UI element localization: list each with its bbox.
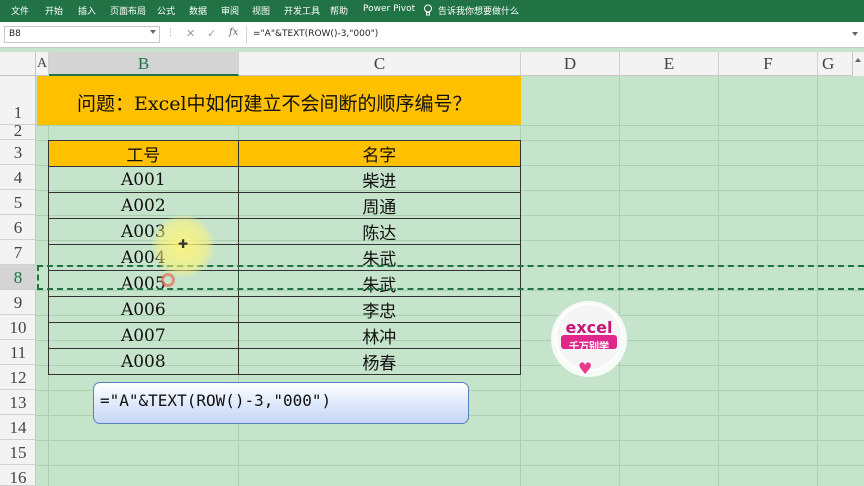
tab-home[interactable]: 开始 [45,4,63,17]
table-row: A007 林冲 [48,322,522,349]
expand-formula-icon[interactable] [852,32,858,36]
formula-input[interactable]: ="A"&TEXT(ROW()-3,"000") [253,29,378,39]
row-header-14[interactable]: 14 [0,415,36,440]
heart-icon: ♥ [578,359,593,378]
tab-review[interactable]: 审阅 [221,4,239,17]
scrollbar[interactable] [852,52,864,76]
cell-id[interactable]: A001 [48,166,239,193]
table-row: A008 杨春 [48,348,522,375]
tab-file[interactable]: 文件 [11,4,29,17]
row-header-8[interactable]: 8 [0,265,36,290]
row-header-15[interactable]: 15 [0,440,36,465]
column-header-f[interactable]: F [719,52,818,76]
row-header-13[interactable]: 13 [0,390,36,415]
table-row: A001 柴进 [48,166,522,193]
chevron-down-icon[interactable] [150,30,156,34]
row-header-1[interactable]: 1 [0,76,36,125]
enter-button[interactable]: ✓ [207,27,216,40]
crosshair-cursor-icon: ✚ [178,237,189,251]
formula-bar: B8 ⋮ ✕ ✓ fx ="A"&TEXT(ROW()-3,"000") [0,22,864,48]
row-header-10[interactable]: 10 [0,315,36,340]
table-row: A006 李忠 [48,296,522,323]
selected-cell-edge [238,265,239,290]
logo-wordmark: excel [565,318,613,337]
cancel-button[interactable]: ✕ [186,27,195,40]
page-title: 问题：Excel中如何建立不会间断的顺序编号？ [77,93,472,115]
row-header-11[interactable]: 11 [0,340,36,365]
row-header-3[interactable]: 3 [0,140,36,165]
cell-name[interactable]: 林冲 [237,322,522,349]
gridline [36,125,864,126]
tab-view[interactable]: 视图 [252,4,270,17]
tab-insert[interactable]: 插入 [78,4,96,17]
select-all-corner[interactable] [0,52,36,76]
cell-name[interactable]: 杨春 [237,348,522,375]
tab-power-pivot[interactable]: Power Pivot [363,4,415,14]
table-header-row: 工号 名字 [48,140,522,167]
gridline [36,465,864,466]
tell-me-search[interactable]: 告诉我你想要做什么 [438,4,519,17]
header-cell-id[interactable]: 工号 [48,140,239,167]
tab-help[interactable]: 帮助 [330,4,348,17]
cell-id[interactable]: A007 [48,322,239,349]
row-header-12[interactable]: 12 [0,365,36,390]
ribbon-tab-bar: 文件 开始 插入 页面布局 公式 数据 审阅 视图 开发工具 帮助 Power … [0,0,864,22]
column-headers: A B C D E F G [0,52,864,76]
row-header-7[interactable]: 7 [0,240,36,265]
tab-page-layout[interactable]: 页面布局 [110,4,146,17]
tab-formulas[interactable]: 公式 [157,4,175,17]
tab-developer[interactable]: 开发工具 [284,4,320,17]
cell-id[interactable]: A002 [48,192,239,219]
column-header-a[interactable]: A [36,52,49,76]
cell-name[interactable]: 柴进 [237,166,522,193]
more-icon[interactable]: ⋮ [166,28,175,38]
cell-id[interactable]: A008 [48,348,239,375]
lightbulb-icon[interactable] [423,4,433,16]
row-header-6[interactable]: 6 [0,215,36,240]
cell-name[interactable]: 陈达 [237,218,522,245]
tab-data[interactable]: 数据 [189,4,207,17]
gridline [36,440,864,441]
name-box[interactable]: B8 [4,26,160,43]
column-header-e[interactable]: E [620,52,719,76]
scroll-up-icon[interactable] [855,58,861,62]
divider [246,26,247,44]
row-header-5[interactable]: 5 [0,190,36,215]
table-row: A002 周通 [48,192,522,219]
logo-subtitle: 千万别学 [569,342,609,353]
row-header-4[interactable]: 4 [0,165,36,190]
click-indicator [161,273,175,287]
column-header-d[interactable]: D [521,52,620,76]
row-headers: 1 2 3 4 5 6 7 8 9 10 11 12 13 14 15 16 [0,76,36,486]
header-cell-name[interactable]: 名字 [237,140,522,167]
table-row: A003 陈达 [48,218,522,245]
column-header-b[interactable]: B [49,52,239,76]
cell-id[interactable]: A006 [48,296,239,323]
cell-name[interactable]: 李忠 [237,296,522,323]
row-header-9[interactable]: 9 [0,290,36,315]
column-header-c[interactable]: C [239,52,521,76]
row-header-2[interactable]: 2 [0,122,36,140]
employee-table: 工号 名字 A001 柴进 A002 周通 A003 陈达 A004 朱武 A0… [48,140,522,375]
insert-function-button[interactable]: fx [229,27,238,38]
cell-name[interactable]: 周通 [237,192,522,219]
callout-formula-text: ="A"&TEXT(ROW()-3,"000") [100,391,332,410]
row-header-16[interactable]: 16 [0,465,36,486]
